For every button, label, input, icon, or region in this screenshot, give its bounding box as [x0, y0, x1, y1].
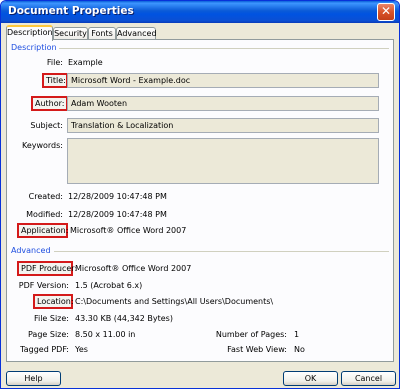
description-heading: Description	[11, 43, 57, 52]
pdf-version-label: PDF Version:	[18, 281, 69, 290]
application-label: Application:	[17, 223, 68, 238]
keywords-label: Keywords:	[21, 141, 63, 150]
created-label: Created:	[28, 192, 63, 201]
file-size-value: 43.30 KB (44,342 Bytes)	[75, 314, 173, 323]
modified-label: Modified:	[26, 210, 63, 219]
subject-field[interactable]: Translation & Localization	[67, 118, 379, 133]
tab-panel: Description File: Example Title: Microso…	[6, 39, 394, 362]
location-label: Location:	[33, 294, 74, 309]
cancel-button[interactable]: Cancel	[341, 371, 396, 386]
title-label: Title:	[42, 73, 68, 88]
close-icon[interactable]: ✕	[377, 3, 395, 21]
pdf-producer-value: Microsoft® Office Word 2007	[75, 264, 192, 273]
tab-description[interactable]: Description	[6, 25, 53, 41]
author-field[interactable]: Adam Wooten	[67, 96, 379, 111]
page-size-label: Page Size:	[27, 330, 69, 339]
pdf-producer-label: PDF Producer:	[17, 261, 77, 276]
fast-web-view-label: Fast Web View:	[227, 345, 287, 354]
file-size-label: File Size:	[33, 314, 69, 323]
advanced-heading: Advanced	[11, 246, 51, 255]
fast-web-view-value: No	[294, 345, 305, 354]
location-value: C:\Documents and Settings\All Users\Docu…	[75, 297, 274, 306]
file-value: Example	[68, 58, 103, 67]
document-properties-dialog: Document Properties ✕ Description Securi…	[0, 0, 400, 389]
application-value: Microsoft® Office Word 2007	[70, 226, 187, 235]
author-label: Author:	[31, 96, 68, 111]
ok-button[interactable]: OK	[283, 371, 338, 386]
file-label: File:	[46, 58, 63, 67]
section-divider	[54, 251, 389, 252]
number-of-pages-label: Number of Pages:	[215, 330, 287, 339]
created-value: 12/28/2009 10:47:48 PM	[68, 192, 167, 201]
tagged-pdf-label: Tagged PDF:	[20, 345, 69, 354]
title-bar[interactable]: Document Properties ✕	[1, 1, 399, 23]
tagged-pdf-value: Yes	[75, 345, 88, 354]
modified-value: 12/28/2009 10:47:48 PM	[68, 210, 167, 219]
window-title: Document Properties	[8, 5, 134, 17]
section-divider	[59, 48, 389, 49]
help-button[interactable]: Help	[6, 371, 61, 386]
number-of-pages-value: 1	[294, 330, 300, 339]
page-size-value: 8.50 x 11.00 in	[75, 330, 136, 339]
subject-label: Subject:	[30, 121, 63, 130]
pdf-version-value: 1.5 (Acrobat 6.x)	[75, 281, 143, 290]
title-field[interactable]: Microsoft Word - Example.doc	[67, 73, 379, 88]
keywords-field[interactable]	[67, 138, 379, 184]
